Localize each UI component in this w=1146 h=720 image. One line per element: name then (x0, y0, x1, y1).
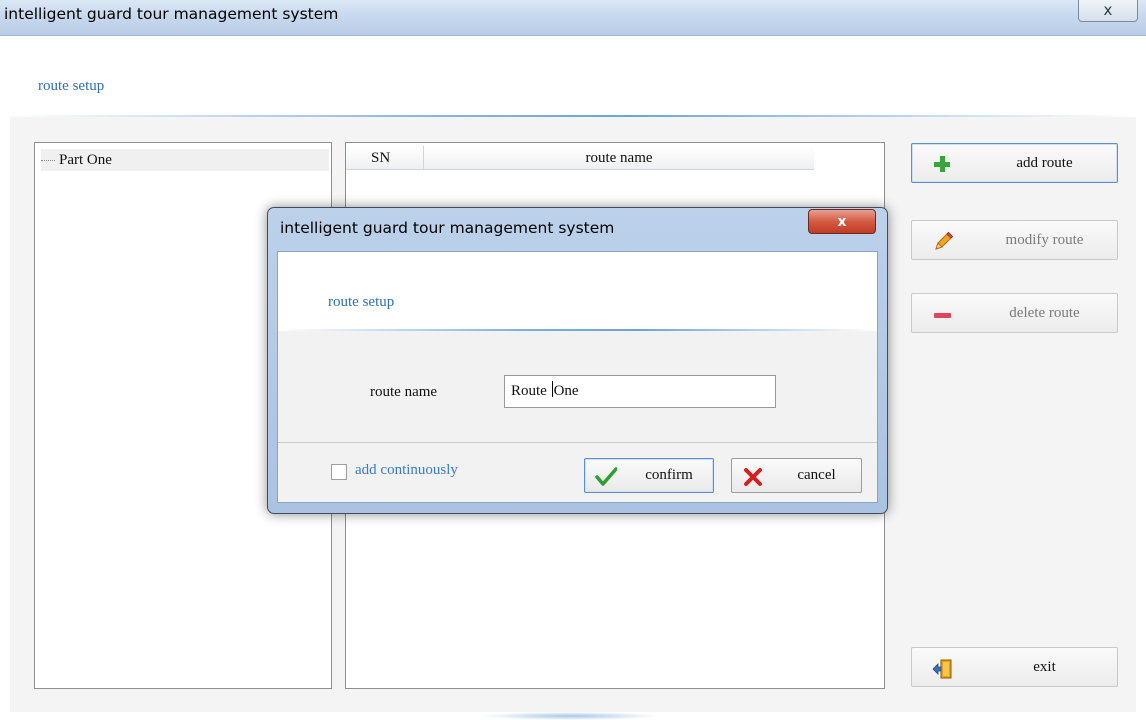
dialog-section-title: route setup (328, 294, 395, 310)
route-name-value: Route One (511, 381, 579, 399)
exit-door-icon (932, 658, 952, 679)
cancel-label: cancel (797, 467, 836, 483)
confirm-label: confirm (645, 467, 693, 483)
route-setup-dialog: intelligent guard tour management system… (267, 207, 888, 514)
tree-item-label: Part One (59, 151, 112, 168)
modify-route-button[interactable]: modify route (911, 220, 1118, 260)
confirm-button[interactable]: confirm (584, 458, 714, 493)
main-section-title: route setup (38, 78, 105, 94)
add-continuously-checkbox[interactable] (331, 464, 347, 480)
cross-icon (742, 466, 764, 488)
dialog-close-button[interactable]: x (808, 209, 876, 234)
main-close-button[interactable]: x (1078, 0, 1138, 22)
main-header: route setup (10, 36, 1136, 116)
tree-connector (41, 159, 55, 161)
delete-route-button[interactable]: delete route (911, 293, 1118, 333)
column-header-route-name[interactable]: route name (424, 146, 814, 170)
minus-icon (932, 304, 952, 324)
route-name-label: route name (370, 384, 438, 400)
dialog-divider (278, 442, 877, 443)
delete-route-label: delete route (1009, 305, 1080, 321)
dialog-header-divider (278, 329, 877, 331)
dialog-content: route setup route name Route One add con… (277, 251, 878, 503)
add-route-button[interactable]: add route (911, 143, 1118, 183)
exit-label: exit (1033, 659, 1056, 675)
tree-item-part-one[interactable]: Part One (41, 149, 329, 171)
dialog-title: intelligent guard tour management system (280, 219, 615, 237)
plus-icon (932, 154, 952, 174)
dialog-header: route setup (278, 252, 877, 329)
column-header-sn[interactable]: SN (346, 146, 424, 170)
route-name-input[interactable]: Route One (504, 375, 776, 408)
pencil-icon (932, 231, 954, 251)
modify-route-label: modify route (1005, 232, 1084, 248)
bottom-glow (480, 712, 660, 720)
cancel-button[interactable]: cancel (731, 458, 862, 493)
main-title-bar: intelligent guard tour management system… (0, 0, 1146, 36)
exit-button[interactable]: exit (911, 647, 1118, 687)
text-caret (551, 381, 553, 397)
add-route-label: add route (1016, 155, 1073, 171)
main-window-title: intelligent guard tour management system (4, 5, 339, 23)
table-header: SN route name (346, 146, 814, 170)
add-continuously-label[interactable]: add continuously (355, 462, 458, 479)
checkmark-icon (595, 466, 618, 488)
